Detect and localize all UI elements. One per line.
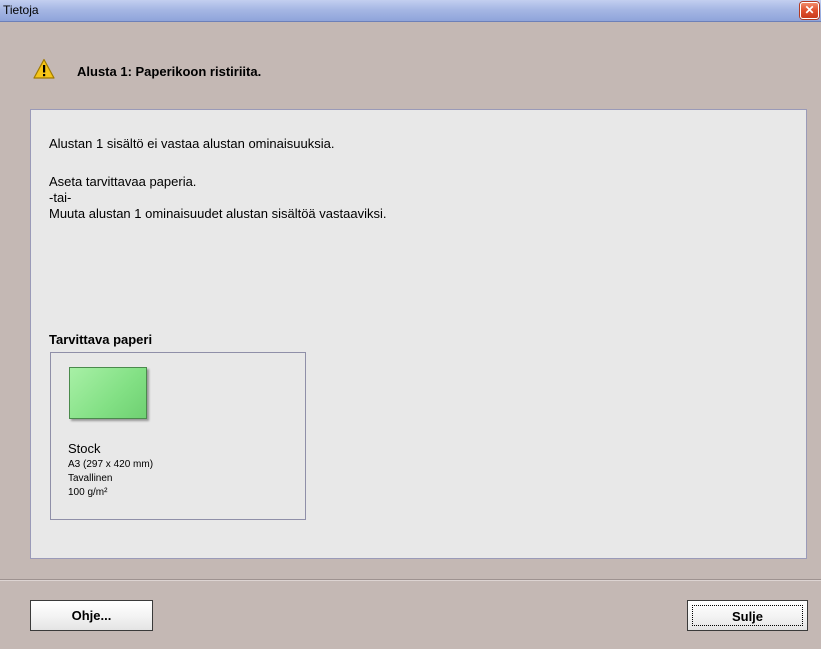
window-title: Tietoja bbox=[3, 3, 39, 17]
warning-icon bbox=[33, 58, 55, 79]
close-button-label: Sulje bbox=[692, 605, 803, 626]
required-paper-heading: Tarvittava paperi bbox=[49, 332, 153, 347]
title-bar: Tietoja ✕ bbox=[0, 0, 821, 22]
paper-weight: 100 g/m² bbox=[68, 487, 108, 498]
footer-separator bbox=[0, 579, 821, 581]
paper-type: Tavallinen bbox=[68, 473, 113, 484]
message-line: Aseta tarvittavaa paperia. bbox=[49, 174, 197, 189]
window-close-button[interactable]: ✕ bbox=[800, 2, 819, 19]
paper-swatch bbox=[69, 367, 147, 419]
close-icon: ✕ bbox=[804, 3, 815, 17]
message-line: Alustan 1 sisältö ei vastaa alustan omin… bbox=[49, 136, 335, 151]
paper-size: A3 (297 x 420 mm) bbox=[68, 459, 154, 470]
alert-title: Alusta 1: Paperikoon ristiriita. bbox=[77, 64, 262, 79]
message-panel: Alustan 1 sisältö ei vastaa alustan omin… bbox=[30, 109, 807, 559]
message-line: -tai- bbox=[49, 190, 72, 205]
help-button[interactable]: Ohje... bbox=[30, 600, 153, 631]
close-button[interactable]: Sulje bbox=[687, 600, 808, 631]
paper-name: Stock bbox=[68, 441, 101, 456]
message-line: Muuta alustan 1 ominaisuudet alustan sis… bbox=[49, 206, 387, 221]
required-paper-card: Stock A3 (297 x 420 mm) Tavallinen 100 g… bbox=[50, 352, 306, 520]
